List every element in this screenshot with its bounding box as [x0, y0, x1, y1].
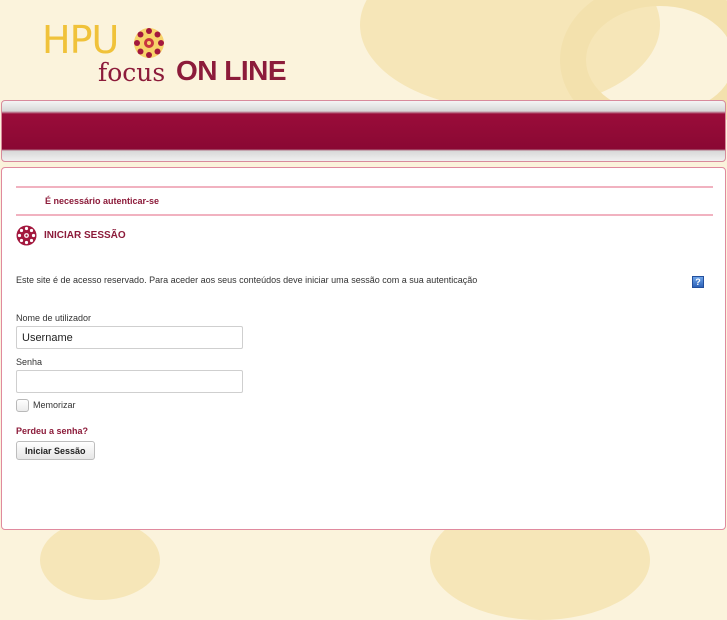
site-logo[interactable]: HPU focus ON LINE [40, 18, 290, 88]
divider [16, 214, 713, 216]
main-navigation-bar [1, 100, 726, 162]
login-panel: É necessário autenticar-se INICIAR SESSÃ… [1, 167, 726, 530]
help-icon[interactable]: ? [692, 276, 704, 288]
intro-text: Este site é de acesso reservado. Para ac… [16, 275, 478, 285]
logo-flower-icon [134, 28, 164, 58]
logo-hpu-text: HPU [42, 18, 119, 62]
remember-checkbox[interactable] [16, 399, 29, 412]
divider [16, 186, 713, 188]
username-label: Nome de utilizador [16, 313, 92, 323]
password-label: Senha [16, 357, 43, 367]
password-input[interactable] [16, 370, 243, 393]
site-header: HPU focus ON LINE [0, 0, 727, 98]
username-input[interactable] [16, 326, 243, 349]
login-button[interactable]: Iniciar Sessão [16, 441, 95, 460]
logo-online-text: ON LINE [176, 55, 287, 86]
section-title: INICIAR SESSÃO [44, 230, 126, 241]
forgot-password-link[interactable]: Perdeu a senha? [16, 426, 88, 436]
auth-required-message: É necessário autenticar-se [45, 196, 160, 206]
logo-focus-text: focus [98, 58, 166, 87]
flower-emblem-icon [16, 225, 37, 246]
remember-label: Memorizar [33, 400, 76, 410]
